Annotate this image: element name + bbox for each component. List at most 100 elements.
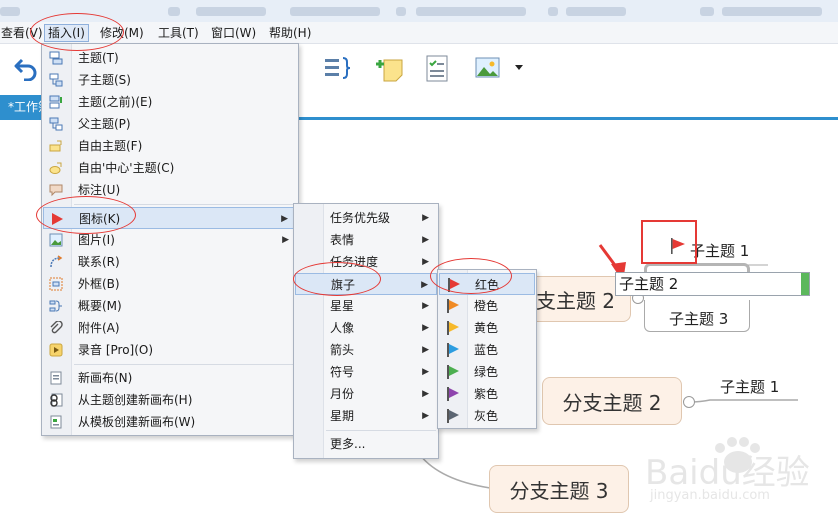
topic-edit-text: 子主题 2 <box>619 275 679 293</box>
flag-gray-label: 灰色 <box>474 409 499 423</box>
flag-gray-item[interactable]: 灰色 <box>439 405 535 427</box>
topic-icon <box>49 51 63 65</box>
submenu-arrow-icon: ▶ <box>422 235 429 245</box>
insert-parent-topic-item[interactable]: 父主题(P) <box>43 113 297 135</box>
flag-color-submenu: 红色 橙色 黄色 蓝色 绿色 紫色 灰色 <box>437 269 537 429</box>
flag-yellow-label: 黄色 <box>474 321 499 335</box>
insert-sheet-from-template-label: 从模板创建新画布(W) <box>78 415 196 429</box>
branch-topic-2-label: 分支主题 2 <box>562 390 662 415</box>
subtopic-3[interactable]: 子主题 3 <box>669 308 728 329</box>
callout-icon <box>49 184 63 197</box>
marker-smiley-item[interactable]: 表情 ▶ <box>295 229 437 251</box>
insert-summary-item[interactable]: 概要(M) <box>43 295 297 317</box>
annotation-highlight-box <box>641 220 697 264</box>
boundary-icon <box>49 277 63 291</box>
subtopic-1[interactable]: 子主题 1 <box>690 240 749 261</box>
flag-yellow-item[interactable]: 黄色 <box>439 317 535 339</box>
marker-arrow-label: 箭头 <box>330 343 355 357</box>
insert-topic-before-label: 主题(之前)(E) <box>78 95 153 109</box>
insert-attachment-item[interactable]: 附件(A) <box>43 317 297 339</box>
branch-topic-1-label: 支主题 2 <box>535 288 616 313</box>
insert-floating-central-topic-item[interactable]: 自由'中心'主题(C) <box>43 157 297 179</box>
submenu-arrow-icon: ▶ <box>422 389 429 399</box>
blue-flag-icon <box>447 343 459 357</box>
parent-topic-icon <box>49 117 63 131</box>
insert-audio-item[interactable]: 录音 [Pro](O) <box>43 339 297 361</box>
yellow-flag-icon <box>447 321 459 335</box>
marker-week-label: 星期 <box>330 409 355 423</box>
flag-blue-label: 蓝色 <box>474 343 499 357</box>
gray-flag-icon <box>447 409 459 423</box>
insert-floating-topic-item[interactable]: 自由主题(F) <box>43 135 297 157</box>
insert-floating-topic-label: 自由主题(F) <box>78 139 143 153</box>
submenu-arrow-icon: ▶ <box>422 367 429 377</box>
audio-icon <box>49 343 63 357</box>
insert-audio-label: 录音 [Pro](O) <box>78 343 154 357</box>
image-icon <box>49 233 63 247</box>
flag-purple-label: 紫色 <box>474 387 499 401</box>
topic-edit-field[interactable]: 子主题 2 <box>615 272 810 296</box>
submenu-arrow-icon: ▶ <box>422 213 429 223</box>
marker-arrow-item[interactable]: 箭头 ▶ <box>295 339 437 361</box>
insert-new-sheet-item[interactable]: 新画布(N) <box>43 367 297 389</box>
purple-flag-icon <box>447 387 459 401</box>
new-sheet-icon <box>50 371 62 385</box>
marker-more-item[interactable]: 更多... <box>295 433 437 455</box>
topic-before-icon <box>49 95 62 109</box>
marker-star-label: 星星 <box>330 299 355 313</box>
marker-month-label: 月份 <box>330 387 355 401</box>
insert-sheet-from-template-item[interactable]: 从模板创建新画布(W) <box>43 411 297 433</box>
marker-week-item[interactable]: 星期 ▶ <box>295 405 437 427</box>
flag-orange-label: 橙色 <box>474 299 499 313</box>
insert-relationship-item[interactable]: 联系(R) <box>43 251 297 273</box>
branch-2-subtopic-1[interactable]: 子主题 1 <box>720 376 779 397</box>
marker-more-label: 更多... <box>330 437 366 451</box>
branch-2-collapse-toggle[interactable] <box>683 396 695 408</box>
flag-green-item[interactable]: 绿色 <box>439 361 535 383</box>
marker-people-label: 人像 <box>330 321 355 335</box>
insert-sheet-from-topic-item[interactable]: 从主题创建新画布(H) <box>43 389 297 411</box>
orange-flag-icon <box>447 299 459 313</box>
submenu-arrow-icon: ▶ <box>422 323 429 333</box>
insert-sheet-from-topic-label: 从主题创建新画布(H) <box>78 393 193 407</box>
flag-blue-item[interactable]: 蓝色 <box>439 339 535 361</box>
insert-subtopic-item[interactable]: 子主题(S) <box>43 69 297 91</box>
marker-smiley-label: 表情 <box>330 233 355 247</box>
marker-symbol-item[interactable]: 符号 ▶ <box>295 361 437 383</box>
branch-topic-3-label: 分支主题 3 <box>509 478 609 503</box>
floating-central-topic-icon <box>49 162 62 174</box>
insert-summary-label: 概要(M) <box>78 299 122 313</box>
floating-topic-icon <box>49 140 62 152</box>
branch-topic-2[interactable]: 分支主题 2 <box>542 377 682 425</box>
edit-resize-handle[interactable] <box>801 273 809 295</box>
insert-topic-before-item[interactable]: 主题(之前)(E) <box>43 91 297 113</box>
marker-star-item[interactable]: 星星 ▶ <box>295 295 437 317</box>
insert-boundary-item[interactable]: 外框(B) <box>43 273 297 295</box>
annotation-ellipse-red <box>430 258 512 294</box>
insert-floating-central-topic-label: 自由'中心'主题(C) <box>78 161 175 175</box>
flag-orange-item[interactable]: 橙色 <box>439 295 535 317</box>
insert-subtopic-label: 子主题(S) <box>78 73 131 87</box>
marker-people-item[interactable]: 人像 ▶ <box>295 317 437 339</box>
insert-parent-topic-label: 父主题(P) <box>78 117 131 131</box>
submenu-arrow-icon: ▶ <box>282 235 289 245</box>
marker-symbol-label: 符号 <box>330 365 355 379</box>
submenu-arrow-icon: ▶ <box>281 214 288 224</box>
sheet-from-template-icon <box>50 415 62 429</box>
annotation-ellipse-flag <box>293 262 381 296</box>
marker-priority-label: 任务优先级 <box>330 211 391 225</box>
submenu-arrow-icon: ▶ <box>422 301 429 311</box>
submenu-arrow-icon: ▶ <box>422 411 429 421</box>
watermark-brand: Baidu经验 <box>645 453 810 493</box>
insert-attachment-label: 附件(A) <box>78 321 120 335</box>
annotation-ellipse-insert-menu <box>30 13 124 51</box>
sheet-from-topic-icon <box>50 393 63 407</box>
annotation-ellipse-marker <box>36 196 136 234</box>
summary-icon <box>49 300 62 312</box>
insert-boundary-label: 外框(B) <box>78 277 120 291</box>
flag-purple-item[interactable]: 紫色 <box>439 383 535 405</box>
attachment-icon <box>50 321 63 334</box>
marker-month-item[interactable]: 月份 ▶ <box>295 383 437 405</box>
submenu-arrow-icon: ▶ <box>422 345 429 355</box>
marker-priority-item[interactable]: 任务优先级 ▶ <box>295 207 437 229</box>
